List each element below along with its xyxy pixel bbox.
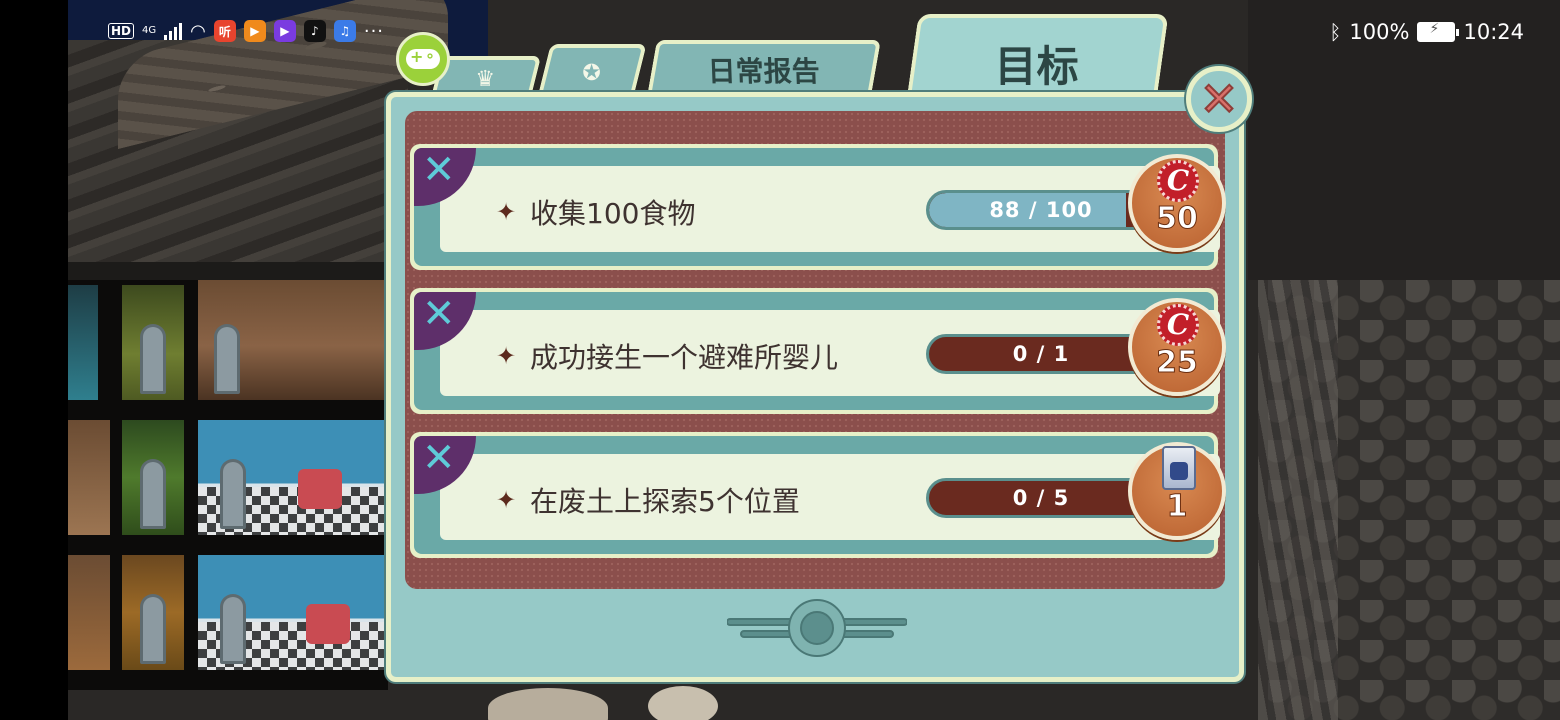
hd-indicator: HD	[108, 23, 135, 39]
vault-rooms	[68, 280, 388, 690]
crown-icon: ♛	[475, 66, 496, 92]
objective-card: ✦ 收集100食物 88 / 100 ✕ C 50	[410, 144, 1226, 270]
objective-progress-bar: 0 / 5	[926, 478, 1156, 518]
game-center-button[interactable]	[396, 32, 450, 86]
objective-progress-bar: 0 / 1	[926, 334, 1156, 374]
battery-icon	[1417, 21, 1460, 42]
rock-wall-edge	[1258, 280, 1338, 720]
tab-label: 日常报告	[707, 55, 821, 88]
vault-elevator[interactable]	[122, 555, 184, 670]
listen-app-icon: 听	[213, 20, 236, 42]
objective-bullet-icon: ✦	[496, 342, 517, 370]
vault-elevator[interactable]	[122, 420, 184, 535]
bluetooth-icon: ᛒ	[1329, 20, 1342, 44]
play-app-icon: ▶	[273, 20, 296, 42]
progress-text: 0 / 1	[1012, 342, 1070, 366]
room-door	[214, 324, 240, 394]
vault-room-living[interactable]	[198, 280, 388, 400]
vault-elevator[interactable]	[122, 285, 184, 400]
reward-amount: 1	[1166, 489, 1188, 525]
signal-icon	[164, 22, 183, 40]
wifi-icon: ◠	[190, 20, 206, 42]
vault-ceiling	[68, 262, 388, 280]
tab-achievements[interactable]: ✪	[537, 44, 647, 98]
vault-room[interactable]	[68, 555, 110, 670]
vault-room-diner[interactable]	[198, 420, 388, 535]
medal-icon: ✪	[582, 60, 601, 86]
diner-booth	[298, 469, 342, 509]
bottle-cap-icon: C	[1157, 160, 1199, 202]
reward-badge: C 25	[1128, 298, 1226, 396]
vault-room[interactable]	[68, 285, 98, 400]
reward-badge: 1	[1128, 442, 1226, 540]
clock: 10:24	[1463, 20, 1524, 44]
objective-text: 成功接生一个避难所婴儿	[530, 341, 839, 374]
elevator-door	[140, 594, 166, 664]
progress-text: 0 / 5	[1012, 486, 1070, 510]
room-door	[220, 594, 246, 664]
screen-left-edge	[0, 0, 68, 720]
skip-x-icon: ✕	[422, 291, 456, 337]
lunchbox-icon	[1162, 446, 1196, 490]
wasteland-rock	[488, 688, 608, 720]
card-panel: ✦ 在废土上探索5个位置 0 / 5	[440, 454, 1220, 540]
vault-room[interactable]	[68, 420, 110, 535]
objective-bullet-icon: ✦	[496, 486, 517, 514]
network-type: 4G	[142, 25, 157, 36]
diner-booth	[306, 604, 350, 644]
video-app-icon: ▶	[243, 20, 266, 42]
progress-text: 88 / 100	[989, 198, 1093, 222]
objective-card: ✦ 在废土上探索5个位置 0 / 5 ✕ 1	[410, 432, 1226, 558]
room-door	[220, 459, 246, 529]
reward-amount: 50	[1156, 201, 1199, 237]
skip-x-icon: ✕	[422, 435, 456, 481]
wasteland-rock	[648, 686, 718, 720]
objective-text: 收集100食物	[530, 197, 696, 230]
vault-room-diner[interactable]	[198, 555, 388, 670]
elevator-door	[140, 324, 166, 394]
tab-label: 目标	[994, 41, 1079, 91]
objective-text: 在废土上探索5个位置	[530, 485, 800, 518]
card-panel: ✦ 成功接生一个避难所婴儿 0 / 1	[440, 310, 1220, 396]
reward-badge: C 50	[1128, 154, 1226, 252]
close-icon: ✕	[1199, 72, 1240, 126]
music-app-icon: ♫	[333, 20, 356, 42]
tiktok-app-icon: ♪	[303, 20, 326, 42]
objective-progress-bar: 88 / 100	[926, 190, 1156, 230]
status-left: HD 4G ◠ 听 ▶ ▶ ♪ ♫ ···	[108, 20, 384, 42]
status-right: ᛒ 100% 10:24	[1329, 20, 1524, 44]
objective-bullet-icon: ✦	[496, 198, 517, 226]
more-notifications-icon: ···	[363, 20, 385, 42]
card-panel: ✦ 收集100食物 88 / 100	[440, 166, 1220, 252]
bottle-cap-icon: C	[1157, 304, 1199, 346]
skip-x-icon: ✕	[422, 147, 456, 193]
tab-daily-report[interactable]: 日常报告	[647, 40, 881, 96]
close-button[interactable]: ✕	[1186, 66, 1252, 132]
objective-card: ✦ 成功接生一个避难所婴儿 0 / 1 ✕ C 25	[410, 288, 1226, 414]
elevator-door	[140, 459, 166, 529]
gamepad-icon	[406, 46, 440, 69]
battery-percent: 100%	[1349, 20, 1410, 44]
reward-amount: 25	[1156, 345, 1199, 381]
vault-tec-logo-icon	[727, 599, 907, 657]
